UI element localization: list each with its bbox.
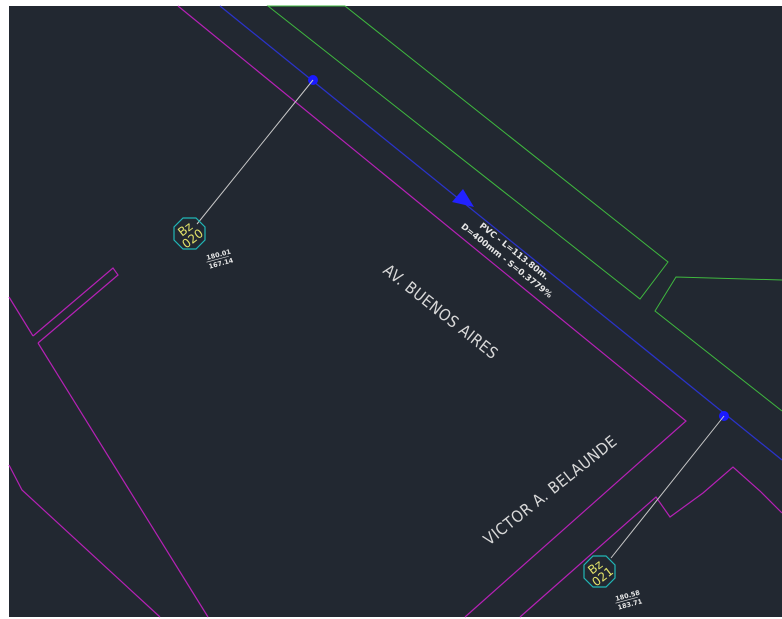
model-space-background [9,6,782,617]
cad-drawing[interactable]: PVC - L=113.80m. D=400mm - S=0.3779% Bz … [0,0,782,619]
cad-viewport[interactable]: PVC - L=113.80m. D=400mm - S=0.3779% Bz … [0,0,782,619]
